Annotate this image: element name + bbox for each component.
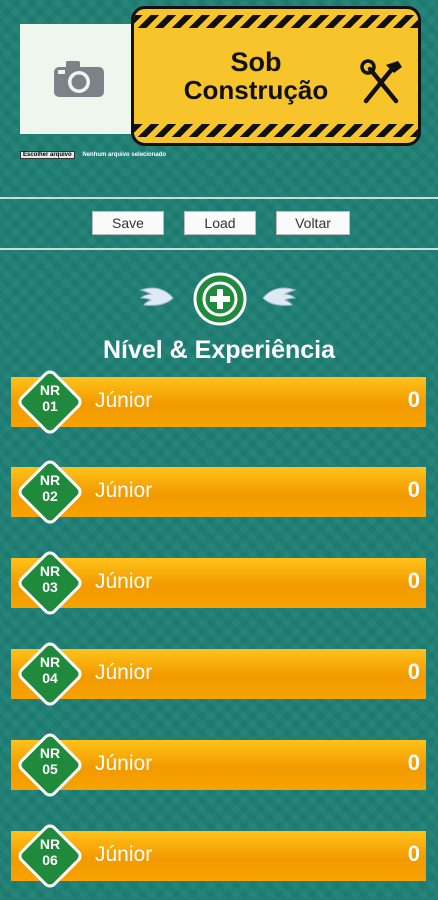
photo-placeholder[interactable] [20,24,138,134]
level-label: Júnior [95,752,153,775]
under-construction-banner: Sob Construção [131,6,421,146]
level-label: Júnior [95,843,153,866]
badge-number: 02 [42,488,58,504]
level-value: 0 [407,387,420,412]
badge-code: NR [39,382,61,398]
badge-number: 05 [42,761,58,777]
banner-text: Sob Construção [184,48,328,104]
level-label: Júnior [95,570,153,593]
load-button[interactable]: Load [184,211,256,235]
camera-icon [54,61,104,97]
level-label: Júnior [95,479,153,502]
hazard-stripe-top [134,15,418,28]
divider-bottom [0,248,438,250]
level-value: 0 [407,750,420,775]
level-label: Júnior [95,661,153,684]
right-wing-icon [262,287,297,306]
badge-text: NR 04 [14,654,86,686]
nr-badge: NR 05 [14,729,86,801]
badge-text: NR 05 [14,745,86,777]
tools-icon [360,59,402,104]
level-value: 0 [407,841,420,866]
back-button[interactable]: Voltar [276,211,350,235]
badge-text: NR 03 [14,563,86,595]
add-button[interactable] [193,272,247,326]
section-title: Nível & Experiência [102,336,336,364]
level-value: 0 [407,477,420,502]
badge-number: 06 [42,852,58,868]
badge-code: NR [39,472,61,488]
badge-code: NR [39,563,61,579]
hazard-stripe-bottom [134,124,418,137]
badge-text: NR 01 [14,382,86,414]
file-input[interactable]: Escolher arquivo Nenhum arquivo selecion… [20,151,167,159]
banner-line1: Sob [230,47,282,78]
nr-badge: NR 01 [14,366,86,438]
badge-code: NR [39,745,61,761]
banner-line2: Construção [183,74,329,105]
nr-badge: NR 02 [14,456,86,528]
level-label: Júnior [95,389,153,412]
badge-number: 03 [42,579,58,595]
badge-text: NR 02 [14,472,86,504]
nr-badge: NR 03 [14,547,86,619]
choose-file-button[interactable]: Escolher arquivo [20,151,75,159]
badge-code: NR [39,836,61,852]
badge-number: 01 [42,398,58,414]
file-status: Nenhum arquivo selecionado [82,152,167,158]
nr-badge: NR 06 [14,820,86,892]
badge-number: 04 [42,670,58,686]
divider-top [0,197,438,199]
level-value: 0 [407,659,420,684]
save-button[interactable]: Save [92,211,164,235]
left-wing-icon [139,287,174,306]
badge-text: NR 06 [14,836,86,868]
badge-code: NR [39,654,61,670]
level-value: 0 [407,568,420,593]
nr-badge: NR 04 [14,638,86,710]
